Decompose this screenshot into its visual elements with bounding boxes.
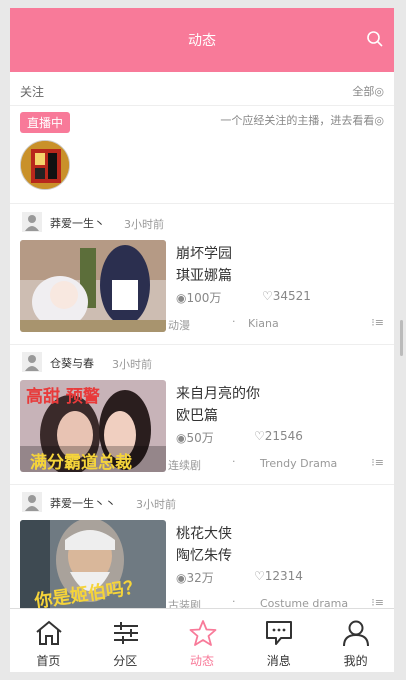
- follow-label: 关注: [20, 85, 45, 99]
- bottom-tab-bar: 首页 分区 动态 消息 我的: [10, 608, 394, 672]
- feed-time: 3小时前: [112, 358, 152, 371]
- tab-label: 首页: [36, 654, 61, 668]
- thumbnail-caption-top: 高甜 预警: [26, 387, 100, 407]
- sliders-icon: [113, 622, 138, 644]
- star-icon: [189, 620, 216, 646]
- user-avatar-icon[interactable]: [22, 352, 42, 372]
- live-hint[interactable]: 一个应经关注的主播，进去看看◎: [220, 112, 384, 128]
- video-title-line2[interactable]: 陶忆朱传: [176, 545, 232, 565]
- user-avatar-icon[interactable]: [22, 492, 42, 512]
- video-tag[interactable]: Kiana: [248, 317, 279, 330]
- message-icon: [266, 621, 293, 645]
- video-category[interactable]: 动漫: [168, 317, 190, 333]
- tab-category[interactable]: 分区: [87, 609, 164, 672]
- tab-dynamic[interactable]: 动态: [164, 609, 241, 672]
- view-count: ◉50万: [176, 431, 214, 445]
- feed-item[interactable]: 仓葵与春 3小时前 高甜 预警 满分霸道总裁 来自月亮的你 欧巴篇 ◉50万 ♡…: [10, 345, 394, 485]
- feed-item[interactable]: 莽爱一生丶丶 3小时前 你是姬伯吗？ 桃花大侠 陶忆朱传 ◉32万 ♡12314…: [10, 485, 394, 625]
- view-count: ◉100万: [176, 291, 222, 305]
- live-badge[interactable]: 直播中: [20, 112, 71, 133]
- video-thumbnail[interactable]: 高甜 预警 满分霸道总裁: [20, 380, 166, 472]
- more-options-icon[interactable]: ⁝≡: [371, 316, 384, 329]
- user-icon: [343, 620, 370, 647]
- filter-all-button[interactable]: 全部◎: [352, 83, 384, 99]
- video-title-line2[interactable]: 琪亚娜篇: [176, 265, 232, 285]
- feed-item[interactable]: 莽爱一生丶 3小时前 崩坏学园 琪亚娜篇 ◉100万 ♡34521 动漫 · K…: [10, 205, 394, 345]
- feed-username[interactable]: 莽爱一生丶丶: [50, 495, 116, 511]
- tab-messages[interactable]: 消息: [240, 609, 317, 672]
- separator-dot: ·: [232, 315, 236, 328]
- separator-dot: ·: [232, 595, 236, 608]
- page-title: 动态: [188, 33, 216, 49]
- separator-dot: ·: [232, 455, 236, 468]
- tab-label: 消息: [266, 654, 291, 668]
- video-thumbnail[interactable]: 你是姬伯吗？: [20, 520, 166, 612]
- feed-time: 3小时前: [124, 218, 164, 231]
- video-title-line1[interactable]: 桃花大侠: [176, 523, 232, 543]
- more-options-icon[interactable]: ⁝≡: [371, 456, 384, 469]
- tab-label: 动态: [189, 654, 214, 668]
- video-title-line1[interactable]: 崩坏学园: [176, 243, 232, 263]
- follow-bar: 关注 全部◎: [10, 72, 394, 106]
- app-screen: 动态 关注 全部◎ 直播中 一个应经关注的主播，进去看看◎ 莽爱一生丶 3小时前: [10, 8, 394, 672]
- thumbnail-caption-bottom: 满分霸道总裁: [30, 453, 132, 472]
- top-header: 动态: [10, 8, 394, 72]
- live-streamer-avatar[interactable]: [20, 140, 70, 190]
- feed-time: 3小时前: [136, 498, 176, 511]
- home-icon: [36, 620, 62, 645]
- user-avatar-icon[interactable]: [22, 212, 42, 232]
- tab-label: 分区: [113, 654, 138, 668]
- video-category[interactable]: 连续剧: [168, 457, 201, 473]
- page-scrollbar[interactable]: [400, 320, 403, 356]
- search-icon[interactable]: [366, 30, 384, 48]
- tab-mine[interactable]: 我的: [317, 609, 394, 672]
- video-tag[interactable]: Trendy Drama: [260, 457, 337, 470]
- tab-label: 我的: [343, 654, 368, 668]
- like-count[interactable]: ♡34521: [262, 289, 311, 303]
- view-count: ◉32万: [176, 571, 214, 585]
- feed-username[interactable]: 莽爱一生丶: [50, 215, 105, 231]
- live-section: 直播中 一个应经关注的主播，进去看看◎: [10, 106, 394, 204]
- video-thumbnail[interactable]: [20, 240, 166, 332]
- video-title-line2[interactable]: 欧巴篇: [176, 405, 218, 425]
- feed-username[interactable]: 仓葵与春: [50, 355, 94, 371]
- video-title-line1[interactable]: 来自月亮的你: [176, 383, 260, 403]
- like-count[interactable]: ♡21546: [254, 429, 303, 443]
- like-count[interactable]: ♡12314: [254, 569, 303, 583]
- tab-home[interactable]: 首页: [10, 609, 87, 672]
